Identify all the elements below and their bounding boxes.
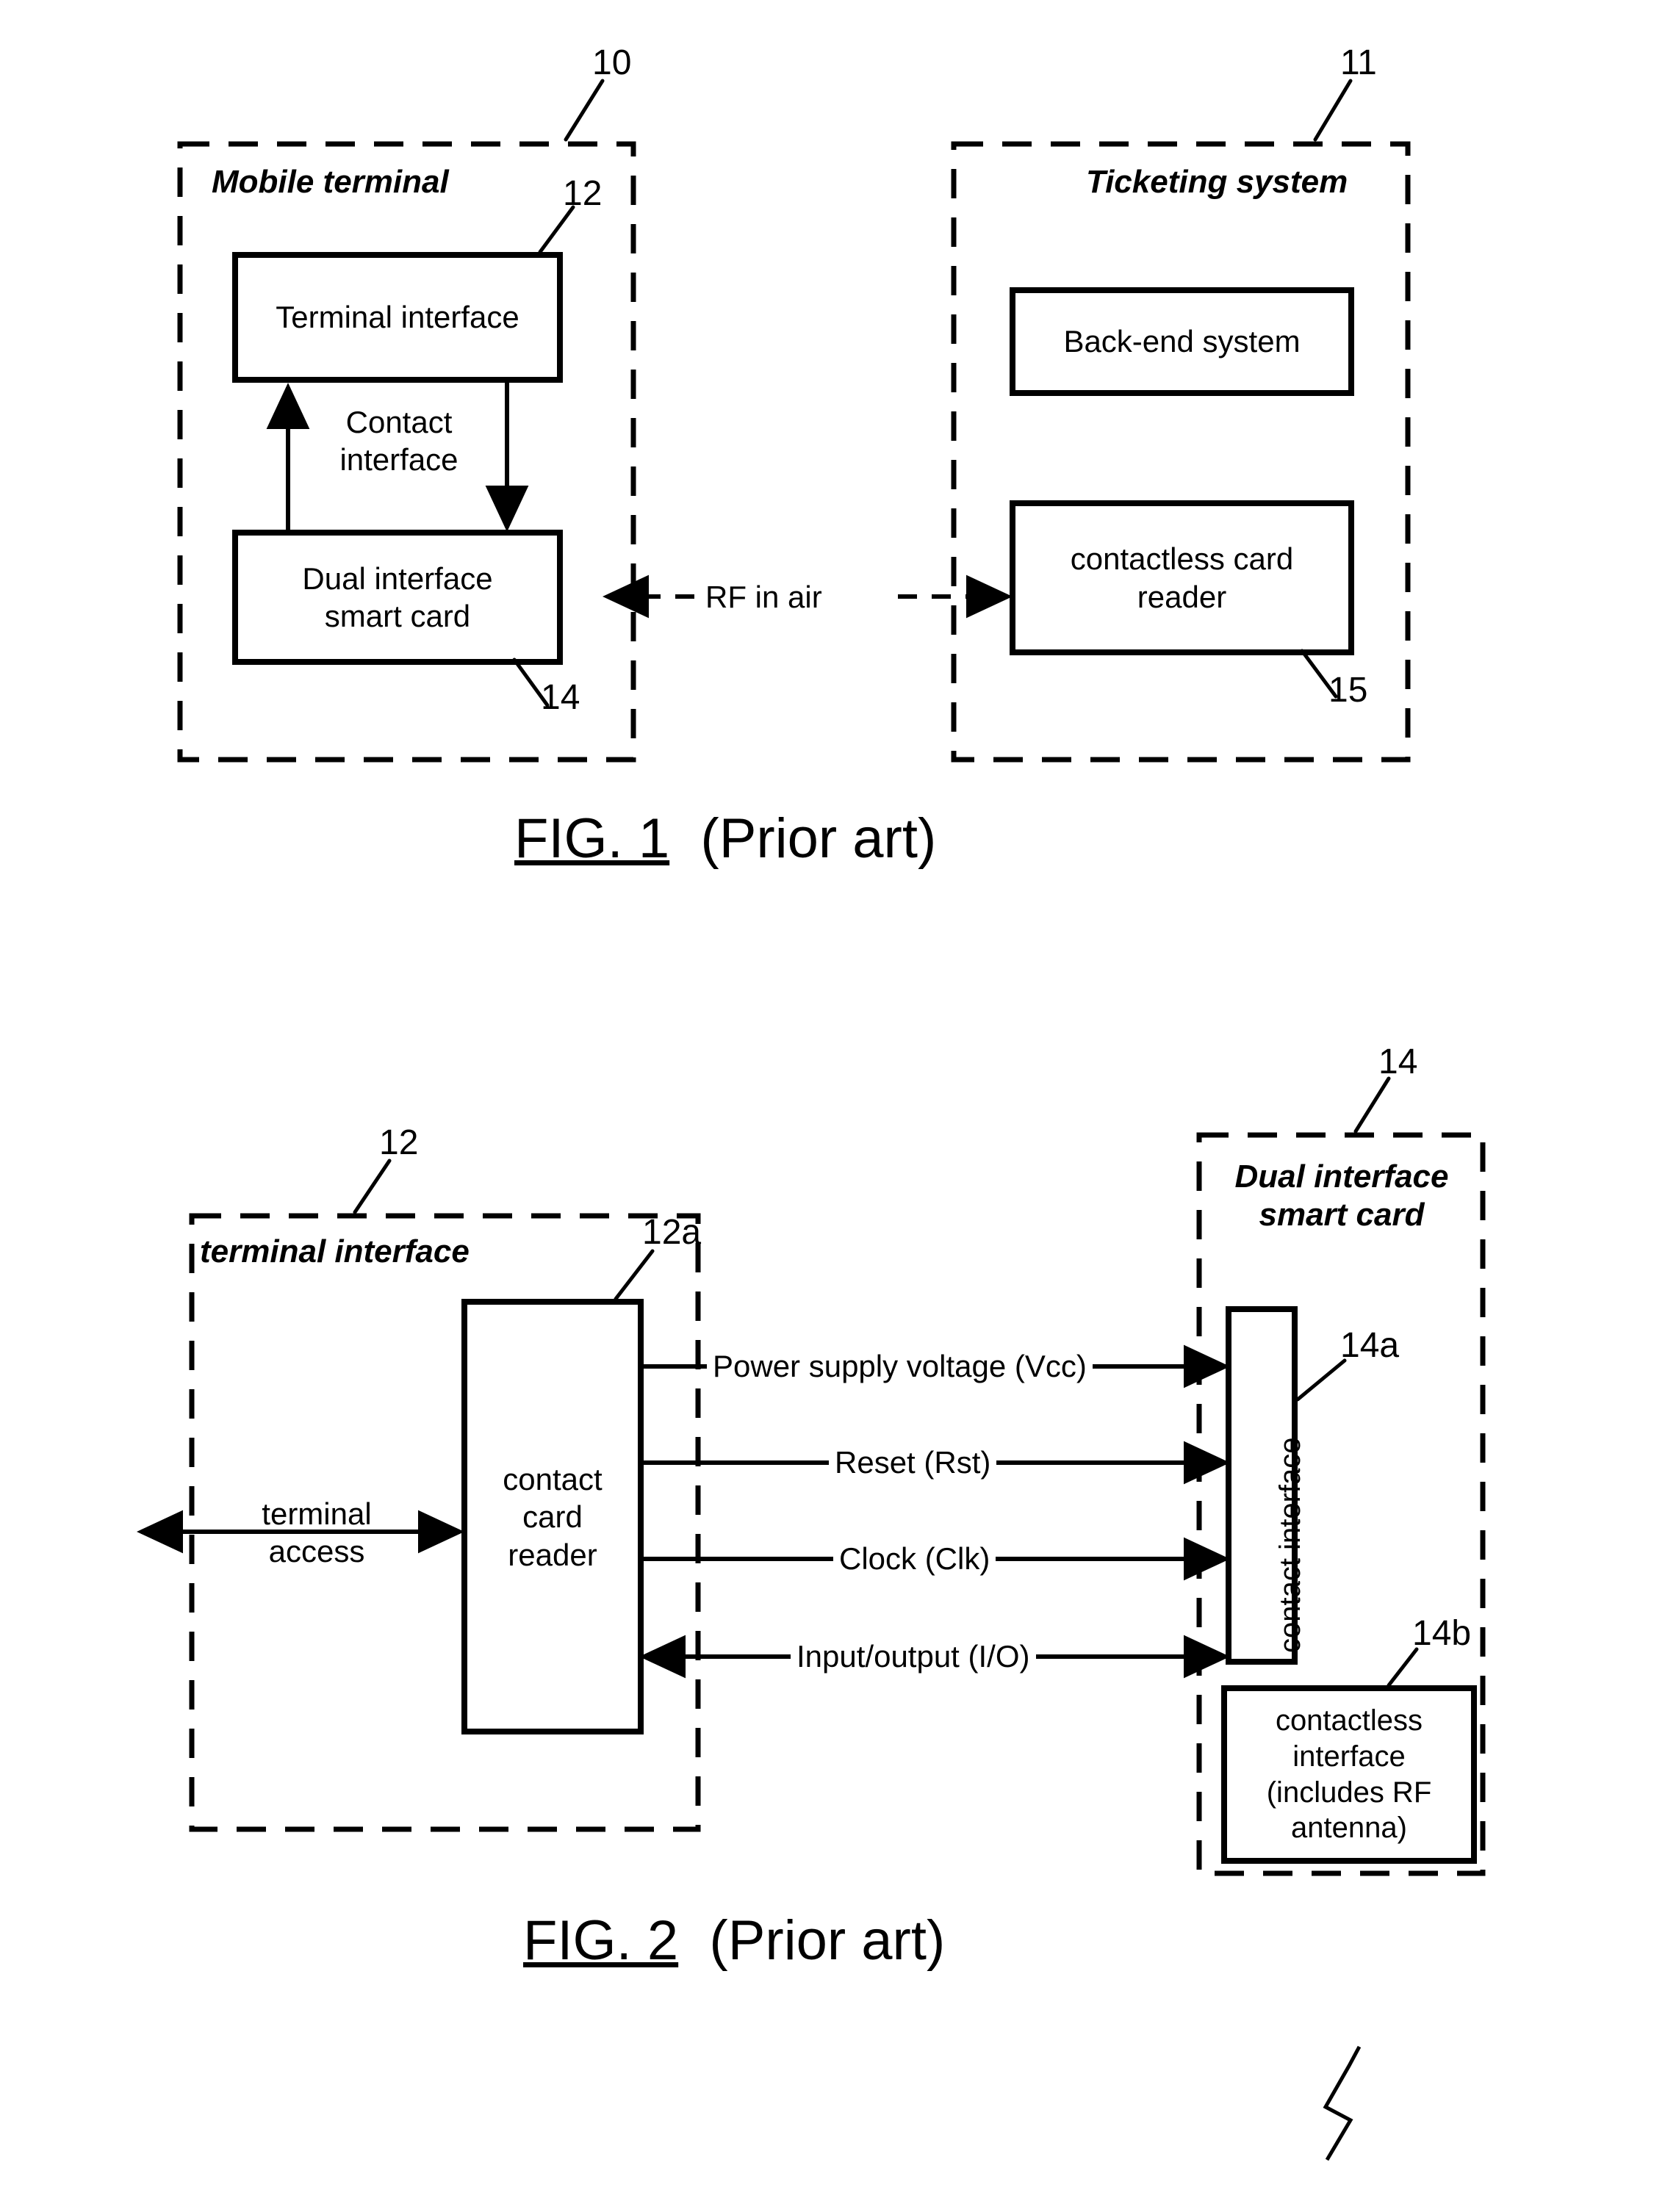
leader-line-12-fig2 <box>353 1159 392 1214</box>
group-box-ticketing-system <box>951 141 1411 763</box>
figure-caption-2-spacer <box>678 1909 709 1972</box>
connector-label-terminal-access: terminal access <box>262 1496 372 1568</box>
figure-caption-2: FIG. 2 (Prior art) <box>523 1909 945 1973</box>
break-symbol <box>1323 2045 1362 2161</box>
group-title-mobile-terminal: Mobile terminal <box>212 164 449 200</box>
ref-number-10: 10 <box>592 43 632 82</box>
leader-line-14a <box>1295 1358 1347 1402</box>
block-label-terminal-interface: Terminal interface <box>276 300 519 335</box>
figure-caption-2-main: FIG. 2 <box>523 1909 679 1972</box>
block-label-back-end-system: Back-end system <box>1063 324 1301 359</box>
connector-label-contact-interface: Contact interface <box>339 404 458 477</box>
signal-label-clk: Clock (Clk) <box>833 1541 996 1577</box>
signal-label-io: Input/output (I/O) <box>791 1639 1036 1674</box>
group-title-ticketing-system: Ticketing system <box>1086 164 1348 200</box>
ref-number-12a: 12a <box>642 1213 702 1252</box>
leader-line-10 <box>564 79 605 142</box>
figure-caption-1-suffix: (Prior art) <box>700 807 937 870</box>
ref-number-12-fig1: 12 <box>563 174 603 213</box>
ref-number-14-fig2: 14 <box>1378 1042 1418 1081</box>
signal-label-vcc: Power supply voltage (Vcc) <box>707 1349 1093 1384</box>
figure-caption-1-spacer <box>669 807 700 870</box>
ref-number-11: 11 <box>1340 43 1377 82</box>
group-title-dual-interface-smart-card-fig2: Dual interface smart card <box>1234 1159 1449 1233</box>
leader-line-14-fig2 <box>1353 1076 1391 1134</box>
patent-drawing-page: Mobile terminal 10 Terminal interface 12… <box>0 0 1665 2212</box>
block-label-contactless-card-reader: contactless card reader <box>1070 541 1294 614</box>
ref-number-14a: 14a <box>1340 1326 1400 1365</box>
ref-number-12-fig2: 12 <box>379 1123 419 1162</box>
block-label-contact-card-reader: contact card reader <box>503 1462 603 1572</box>
ref-number-14-fig1: 14 <box>541 678 580 717</box>
ref-number-15: 15 <box>1328 671 1368 710</box>
leader-line-11 <box>1313 79 1353 142</box>
ref-number-14b: 14b <box>1412 1614 1472 1653</box>
figure-caption-1-main: FIG. 1 <box>514 807 670 870</box>
signal-label-rst: Reset (Rst) <box>829 1445 997 1480</box>
block-label-dual-interface-smart-card: Dual interface smart card <box>302 561 493 633</box>
connector-label-rf-in-air: RF in air <box>700 580 828 615</box>
block-label-contact-interface: contact interface <box>1274 1437 1306 1654</box>
group-title-terminal-interface-fig2: terminal interface <box>200 1233 470 1269</box>
block-label-contactless-interface: contactless interface (includes RF anten… <box>1266 1704 1432 1845</box>
figure-caption-1: FIG. 1 (Prior art) <box>514 807 936 871</box>
figure-caption-2-suffix: (Prior art) <box>709 1909 946 1972</box>
leader-line-12a <box>614 1249 655 1301</box>
